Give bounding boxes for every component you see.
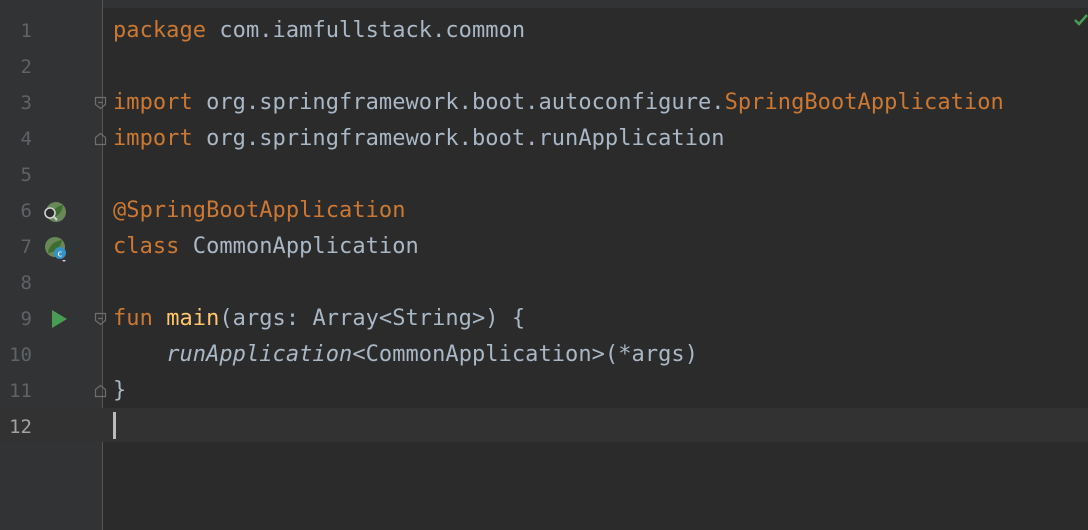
code-text[interactable]: class CommonApplication xyxy=(113,234,419,259)
code-text[interactable]: @SpringBootApplication xyxy=(113,198,406,223)
code-line-2[interactable]: 2 xyxy=(0,48,1088,84)
spring-bean-search-icon[interactable] xyxy=(42,200,68,226)
code-line-8[interactable]: 8 xyxy=(0,264,1088,300)
keyword-token: import xyxy=(113,126,193,151)
code-line-10[interactable]: 10 runApplication<CommonApplication>(*ar… xyxy=(0,336,1088,372)
brace-token: } xyxy=(113,378,127,403)
fold-end-icon[interactable] xyxy=(94,384,107,398)
code-text[interactable]: import org.springframework.boot.autoconf… xyxy=(113,90,1004,115)
text-caret xyxy=(113,412,116,439)
run-icon[interactable] xyxy=(48,307,74,333)
call-args-token: <CommonApplication>(*args) xyxy=(352,342,699,367)
line-number: 8 xyxy=(20,272,32,294)
code-line-11[interactable]: 11 } xyxy=(0,372,1088,408)
indent-token xyxy=(113,342,166,367)
code-text[interactable]: fun main(args: Array<String>) { xyxy=(113,306,525,331)
import-path-token: org.springframework.boot.autoconfigure. xyxy=(192,90,725,115)
import-class-token: SpringBootApplication xyxy=(724,90,1004,115)
code-text[interactable]: package com.iamfullstack.common xyxy=(113,18,525,43)
code-line-12[interactable]: 12 xyxy=(0,408,1088,444)
import-path-token: org.springframework.boot.runApplication xyxy=(192,126,725,151)
svg-text:c: c xyxy=(58,250,63,260)
spring-bean-class-icon[interactable]: c xyxy=(42,236,68,262)
annotation-token: @SpringBootApplication xyxy=(113,198,406,223)
line-number: 11 xyxy=(9,380,32,402)
code-line-9[interactable]: 9 fun main(args: Array<String>) { xyxy=(0,300,1088,336)
line-number: 4 xyxy=(20,128,32,150)
code-line-4[interactable]: 4 import org.springframework.boot.runApp… xyxy=(0,120,1088,156)
keyword-token: class xyxy=(113,234,180,259)
code-line-3[interactable]: 3 import org.springframework.boot.autoco… xyxy=(0,84,1088,120)
code-line-7[interactable]: 7 c class CommonApplication xyxy=(0,228,1088,264)
line-number: 3 xyxy=(20,92,32,114)
editor-top-border xyxy=(0,0,1088,8)
keyword-token: import xyxy=(113,90,193,115)
fold-start-icon[interactable] xyxy=(94,96,107,110)
code-line-6[interactable]: 6 @SpringBootApplication xyxy=(0,192,1088,228)
keyword-token: package xyxy=(113,18,207,43)
code-line-1[interactable]: 1 package com.iamfullstack.common xyxy=(0,12,1088,48)
signature-token: (args: Array<String>) { xyxy=(219,306,526,331)
line-number: 6 xyxy=(20,200,32,222)
class-name-token: CommonApplication xyxy=(179,234,419,259)
fold-start-icon[interactable] xyxy=(94,312,107,326)
keyword-token: fun xyxy=(113,306,153,331)
code-line-5[interactable]: 5 xyxy=(0,156,1088,192)
line-number: 2 xyxy=(20,56,32,78)
code-text[interactable]: import org.springframework.boot.runAppli… xyxy=(113,126,725,151)
line-number: 9 xyxy=(20,308,32,330)
package-name-token: com.iamfullstack.common xyxy=(206,18,526,43)
fold-end-icon[interactable] xyxy=(94,132,107,146)
line-number: 1 xyxy=(20,20,32,42)
line-number: 12 xyxy=(9,416,32,438)
code-editor[interactable]: 1 package com.iamfullstack.common 2 3 im… xyxy=(0,0,1088,530)
line-number: 7 xyxy=(20,236,32,258)
function-call-token: runApplication xyxy=(166,342,353,367)
line-number: 10 xyxy=(9,344,32,366)
code-text[interactable]: runApplication<CommonApplication>(*args) xyxy=(113,342,698,367)
line-number: 5 xyxy=(20,164,32,186)
function-name-token: main xyxy=(166,306,220,331)
code-text[interactable]: } xyxy=(113,378,126,403)
